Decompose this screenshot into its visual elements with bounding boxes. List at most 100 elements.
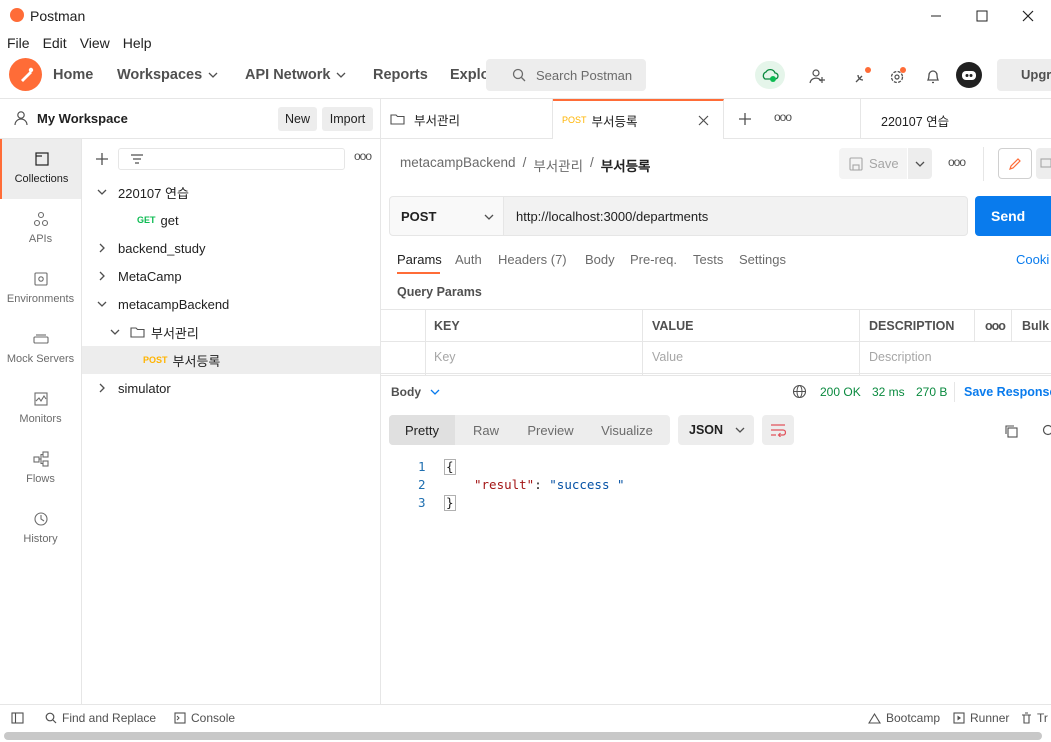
tab-pre-request[interactable]: Pre-req. <box>630 252 677 267</box>
settings-gear-icon[interactable] <box>886 65 908 87</box>
tab-params[interactable]: Params <box>397 252 442 267</box>
import-button[interactable]: Import <box>322 107 373 131</box>
response-body-dropdown[interactable]: Body <box>391 385 440 399</box>
sidebar-item-flows[interactable]: Flows <box>0 439 81 499</box>
nav-workspaces[interactable]: Workspaces <box>117 67 218 83</box>
sidebar-item-environments[interactable]: Environments <box>0 259 81 319</box>
horizontal-scrollbar[interactable] <box>4 732 1042 740</box>
filter-input[interactable] <box>118 148 345 170</box>
add-collection-icon[interactable] <box>95 152 109 166</box>
environment-selector[interactable]: 220107 연습 <box>881 111 949 130</box>
tab-auth[interactable]: Auth <box>455 252 482 267</box>
breadcrumb-collection[interactable]: metacampBackend <box>400 155 516 175</box>
minimize-button[interactable] <box>913 0 959 32</box>
cookies-link[interactable]: Cooki <box>1016 252 1049 267</box>
view-pretty[interactable]: Pretty <box>389 415 455 445</box>
toggle-sidebar-icon[interactable] <box>11 712 24 724</box>
tab-folder[interactable]: 부서관리 <box>381 99 553 139</box>
edit-docs-button[interactable] <box>998 148 1032 179</box>
menu-edit[interactable]: Edit <box>43 35 67 51</box>
save-icon <box>849 156 863 171</box>
add-tab-icon[interactable] <box>738 112 752 126</box>
chevron-down-icon <box>484 214 494 220</box>
bootcamp-button[interactable]: Bootcamp <box>868 711 940 725</box>
invite-user-icon[interactable] <box>806 65 828 87</box>
tab-headers[interactable]: Headers (7) <box>498 252 567 267</box>
param-value-input[interactable]: Value <box>643 341 860 374</box>
response-time[interactable]: 32 ms <box>872 385 905 399</box>
url-input[interactable]: http://localhost:3000/departments <box>503 196 968 236</box>
upgrade-button[interactable]: Upgr <box>997 59 1051 91</box>
response-size[interactable]: 270 B <box>916 385 947 399</box>
tab-more-icon[interactable]: ooo <box>774 110 792 124</box>
menu-view[interactable]: View <box>80 35 110 51</box>
sidebar-item-mock-servers[interactable]: Mock Servers <box>0 319 81 379</box>
method-select[interactable]: POST <box>389 196 504 236</box>
tab-settings[interactable]: Settings <box>739 252 786 267</box>
chevron-down-icon <box>97 301 107 307</box>
comments-button[interactable] <box>1036 148 1051 179</box>
title-bar: Postman <box>0 0 1051 32</box>
collections-icon <box>34 152 49 166</box>
postman-home-logo-icon[interactable] <box>9 58 42 91</box>
more-options-icon[interactable]: ooo <box>354 149 372 163</box>
copy-icon[interactable] <box>1004 424 1018 438</box>
menu-file[interactable]: File <box>7 35 30 51</box>
avatar[interactable] <box>956 62 982 88</box>
column-options-icon[interactable]: ooo <box>975 309 1012 342</box>
tree-item-request[interactable]: GET get <box>82 206 380 234</box>
close-window-button[interactable] <box>1005 0 1051 32</box>
new-button[interactable]: New <box>278 107 317 131</box>
find-replace-button[interactable]: Find and Replace <box>45 711 156 725</box>
request-more-icon[interactable]: ooo <box>948 155 966 169</box>
tab-body[interactable]: Body <box>585 252 615 267</box>
console-button[interactable]: Console <box>174 711 235 725</box>
tree-item-folder[interactable]: 부서관리 <box>82 318 380 346</box>
column-description: DESCRIPTION <box>860 309 975 342</box>
nav-api-network[interactable]: API Network <box>245 67 346 83</box>
notifications-bell-icon[interactable] <box>922 65 944 87</box>
param-key-input[interactable]: Key <box>425 341 643 374</box>
save-button[interactable]: Save <box>839 148 907 179</box>
sync-status-icon[interactable] <box>755 61 785 89</box>
satellite-icon[interactable] <box>851 65 873 87</box>
menu-help[interactable]: Help <box>123 35 152 51</box>
folder-icon <box>130 327 145 338</box>
sidebar-item-collections[interactable]: Collections <box>0 139 81 199</box>
save-response-button[interactable]: Save Response <box>964 385 1051 399</box>
tab-tests[interactable]: Tests <box>693 252 723 267</box>
bulk-edit-link[interactable]: Bulk <box>1012 309 1051 342</box>
response-view-selector: Pretty Raw Preview Visualize <box>389 415 670 445</box>
nav-reports[interactable]: Reports <box>373 67 428 83</box>
tab-request-active[interactable]: POST 부서등록 <box>553 99 724 139</box>
format-select[interactable]: JSON <box>678 415 754 445</box>
nav-explore[interactable]: Explo <box>450 67 489 83</box>
save-dropdown-button[interactable] <box>908 148 932 179</box>
tree-item-collection[interactable]: MetaCamp <box>82 262 380 290</box>
param-description-input[interactable]: Description <box>860 341 1051 374</box>
search-input[interactable]: Search Postman <box>486 59 646 91</box>
runner-button[interactable]: Runner <box>953 711 1009 725</box>
tree-item-collection[interactable]: backend_study <box>82 234 380 262</box>
tree-item-request-selected[interactable]: POST 부서등록 <box>82 346 380 374</box>
sidebar-item-monitors[interactable]: Monitors <box>0 379 81 439</box>
send-button[interactable]: Send <box>975 196 1051 236</box>
tree-item-collection[interactable]: simulator <box>82 374 380 402</box>
maximize-button[interactable] <box>959 0 1005 32</box>
trash-button[interactable]: Tr <box>1021 711 1048 725</box>
wrap-lines-button[interactable] <box>762 415 794 445</box>
tree-item-collection[interactable]: metacampBackend <box>82 290 380 318</box>
breadcrumb-folder[interactable]: 부서관리 <box>533 155 583 175</box>
status-code[interactable]: 200 OK <box>820 385 861 399</box>
tree-item-collection[interactable]: 220107 연습 <box>82 178 380 206</box>
nav-home[interactable]: Home <box>53 67 93 83</box>
view-visualize[interactable]: Visualize <box>584 415 670 445</box>
view-preview[interactable]: Preview <box>517 415 584 445</box>
search-response-icon[interactable] <box>1042 424 1051 438</box>
sidebar-item-history[interactable]: History <box>0 499 81 559</box>
breadcrumb-current: 부서등록 <box>600 159 651 174</box>
view-raw[interactable]: Raw <box>455 415 517 445</box>
close-tab-icon[interactable] <box>698 115 709 126</box>
sidebar-item-apis[interactable]: APIs <box>0 199 81 259</box>
globe-icon[interactable] <box>792 384 807 399</box>
